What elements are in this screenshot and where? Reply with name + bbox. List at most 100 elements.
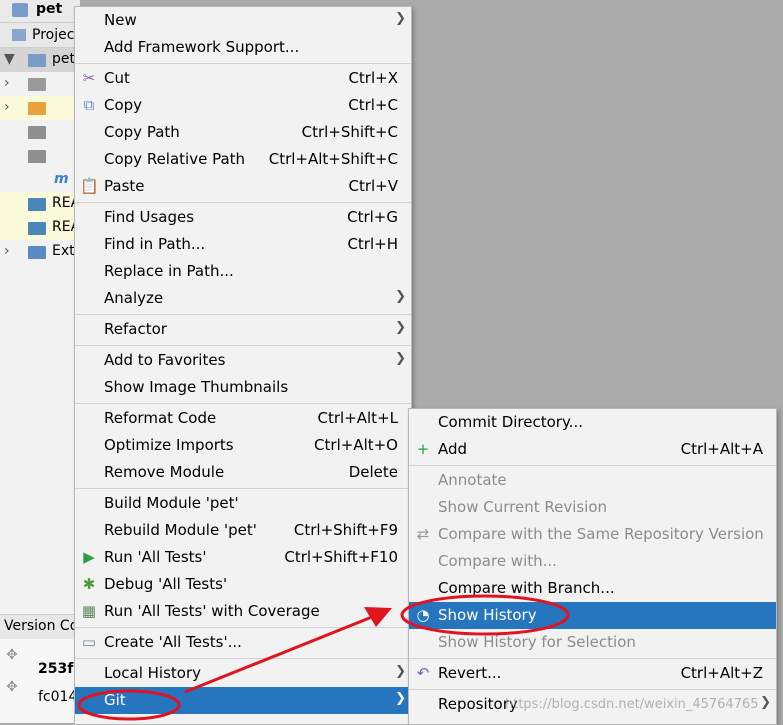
context-menu-item-label: Refactor: [104, 320, 167, 338]
git-submenu: Commit Directory... + Add Ctrl+Alt+A Annotat…: [408, 408, 777, 725]
context-menu-item-label: Add Framework Support...: [104, 38, 300, 56]
tree-row[interactable]: REA: [0, 192, 80, 216]
context-menu-item-show-image-thumbnails[interactable]: Show Image Thumbnails: [75, 374, 411, 401]
context-menu-item-label: Optimize Imports: [104, 436, 234, 454]
context-menu-item-reformat-code[interactable]: Reformat Code Ctrl+Alt+L: [75, 405, 411, 432]
context-menu-item-label: Debug 'All Tests': [104, 575, 228, 593]
submenu-arrow-icon: ❯: [395, 664, 406, 679]
git-menu-item-show-history-for-selection[interactable]: Show History for Selection: [409, 629, 776, 656]
git-menu-item-revert[interactable]: ↶ Revert... Ctrl+Alt+Z: [409, 660, 776, 687]
context-menu-item-shortcut: Ctrl+H: [347, 235, 398, 253]
project-name[interactable]: pet: [36, 1, 62, 17]
git-menu-item-shortcut: Ctrl+Alt+A: [680, 440, 763, 458]
context-menu-item-label: Rebuild Module 'pet': [104, 521, 257, 539]
chevron-right-icon[interactable]: ›: [4, 99, 10, 115]
context-menu-item-remove-module[interactable]: Remove Module Delete: [75, 459, 411, 486]
context-menu-item-cut[interactable]: ✂ Cut Ctrl+X: [75, 65, 411, 92]
project-pane: pet Project ▼ pet › › m REA REA › Ext Version Co…: [0, 0, 80, 723]
context-menu-item-label: Add to Favorites: [104, 351, 226, 369]
context-menu-item-copy-relative-path[interactable]: Copy Relative Path Ctrl+Alt+Shift+C: [75, 146, 411, 173]
paste-icon: 📋: [80, 177, 99, 195]
git-menu-item-compare-with-the-same-repository-version[interactable]: ⇄ Compare with the Same Repository Versio…: [409, 521, 776, 548]
context-menu-separator: [75, 403, 411, 404]
tree-row[interactable]: m: [0, 168, 80, 192]
submenu-arrow-icon: ❯: [760, 695, 771, 710]
file-icon: [28, 126, 46, 139]
chevron-right-icon[interactable]: ›: [4, 75, 10, 91]
context-menu-item-local-history[interactable]: Local History ❯: [75, 660, 411, 687]
tree-row[interactable]: ›: [0, 72, 80, 96]
git-menu-separator: [409, 465, 776, 466]
git-menu-item-compare-with[interactable]: Compare with...: [409, 548, 776, 575]
move-icon[interactable]: ✥: [6, 679, 26, 697]
git-menu-item-annotate[interactable]: Annotate: [409, 467, 776, 494]
git-menu-item-commit-directory[interactable]: Commit Directory...: [409, 409, 776, 436]
context-menu-item-debug-all-tests[interactable]: ✱ Debug 'All Tests': [75, 571, 411, 598]
tree-row[interactable]: [0, 144, 80, 168]
context-menu-item-label: Cut: [104, 69, 130, 87]
git-menu-item-label: Show Current Revision: [438, 498, 608, 516]
git-menu-item-add[interactable]: + Add Ctrl+Alt+A: [409, 436, 776, 463]
context-menu-separator: [75, 345, 411, 346]
context-menu-item-analyze[interactable]: Analyze ❯: [75, 285, 411, 312]
context-menu-item-optimize-imports[interactable]: Optimize Imports Ctrl+Alt+O: [75, 432, 411, 459]
git-menu-item-label: Add: [438, 440, 468, 458]
tree-row[interactable]: ▼ pet: [0, 48, 80, 72]
tree-row[interactable]: REA: [0, 216, 80, 240]
context-menu-separator: [75, 488, 411, 489]
commit-hash-secondary[interactable]: fc014: [38, 689, 77, 705]
pin-icon[interactable]: ✥: [6, 647, 26, 665]
version-control-tab[interactable]: Version Co: [0, 614, 80, 639]
context-menu-item-add-to-favorites[interactable]: Add to Favorites ❯: [75, 347, 411, 374]
copy-icon: ⧉: [83, 96, 95, 114]
compare-icon: ⇄: [416, 525, 430, 543]
tree-row[interactable]: › Ext: [0, 240, 80, 264]
context-menu-item-add-framework-support[interactable]: Add Framework Support...: [75, 34, 411, 61]
context-menu-item-shortcut: Ctrl+Shift+F9: [293, 521, 398, 539]
create-test-icon: ▭: [81, 633, 97, 651]
context-menu-item-label: Local History: [104, 664, 202, 682]
context-menu-item-shortcut: Ctrl+Alt+Shift+C: [268, 150, 398, 168]
chevron-right-icon[interactable]: ›: [4, 243, 10, 259]
context-menu-item-label: Find in Path...: [104, 235, 206, 253]
context-menu-item-shortcut: Delete: [348, 463, 398, 481]
context-menu-item-build-module-pet[interactable]: Build Module 'pet': [75, 490, 411, 517]
git-menu-item-show-current-revision[interactable]: Show Current Revision: [409, 494, 776, 521]
context-menu-item-label: Reformat Code: [104, 409, 217, 427]
git-menu-item-shortcut: Ctrl+Alt+Z: [680, 664, 763, 682]
bug-icon: ✱: [82, 575, 96, 593]
context-menu-item-paste[interactable]: 📋 Paste Ctrl+V: [75, 173, 411, 200]
context-menu-item-copy[interactable]: ⧉ Copy Ctrl+C: [75, 92, 411, 119]
git-menu-item-show-history[interactable]: ◔ Show History: [409, 602, 776, 629]
file-icon: [28, 246, 46, 259]
context-menu: New ❯ Add Framework Support... ✂ Cut Ctrl+X ⧉ C…: [74, 6, 412, 725]
context-menu-item-git[interactable]: Git ❯: [75, 687, 411, 714]
context-menu-item-find-in-path[interactable]: Find in Path... Ctrl+H: [75, 231, 411, 258]
context-menu-item-label: Copy Path: [104, 123, 180, 141]
context-menu-item-new[interactable]: New ❯: [75, 7, 411, 34]
tree-row[interactable]: ›: [0, 96, 80, 120]
context-menu-item-run-all-tests[interactable]: ▶ Run 'All Tests' Ctrl+Shift+F10: [75, 544, 411, 571]
tree-row[interactable]: [0, 120, 80, 144]
module-icon: [12, 3, 28, 17]
context-menu-item-refactor[interactable]: Refactor ❯: [75, 316, 411, 343]
git-menu-item-compare-with-branch[interactable]: Compare with Branch...: [409, 575, 776, 602]
context-menu-item-run-all-tests-with-coverage[interactable]: ▦ Run 'All Tests' with Coverage: [75, 598, 411, 625]
project-tool-tab[interactable]: Project: [0, 23, 80, 48]
context-menu-item-shortcut: Ctrl+Shift+F10: [284, 548, 398, 566]
context-menu-item-find-usages[interactable]: Find Usages Ctrl+G: [75, 204, 411, 231]
chevron-down-icon[interactable]: ▼: [4, 51, 15, 67]
context-menu-separator: [75, 658, 411, 659]
context-menu-item-shortcut: Ctrl+Alt+L: [317, 409, 399, 427]
context-menu-item-rebuild-module-pet[interactable]: Rebuild Module 'pet' Ctrl+Shift+F9: [75, 517, 411, 544]
history-icon: ◔: [416, 606, 430, 624]
context-menu-item-replace-in-path[interactable]: Replace in Path...: [75, 258, 411, 285]
tree-item-label: Ext: [52, 243, 75, 259]
context-menu-item-label: Replace in Path...: [104, 262, 234, 280]
commit-hash[interactable]: 253f: [38, 661, 73, 677]
context-menu-item-copy-path[interactable]: Copy Path Ctrl+Shift+C: [75, 119, 411, 146]
context-menu-item-create-all-tests[interactable]: ▭ Create 'All Tests'...: [75, 629, 411, 656]
watermark: https://blog.csdn.net/weixin_45764765: [505, 697, 759, 712]
project-tab-label: Project: [32, 27, 80, 43]
submenu-arrow-icon: ❯: [395, 351, 406, 366]
